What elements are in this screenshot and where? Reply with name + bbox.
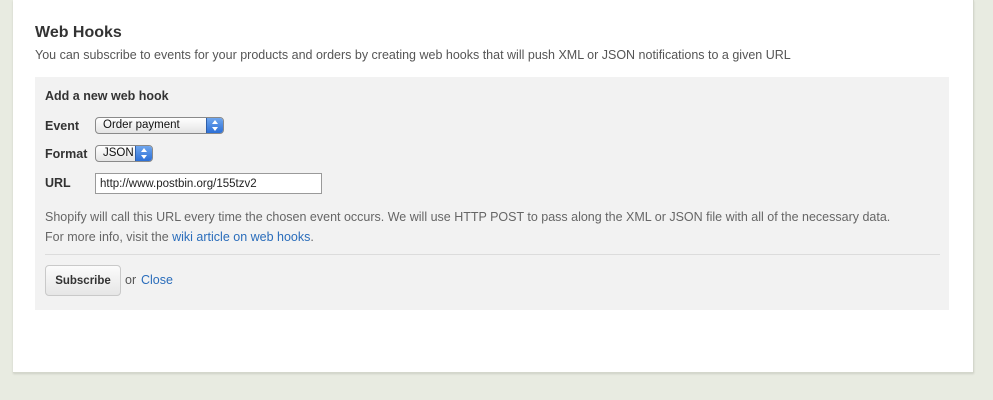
url-label: URL [45, 176, 71, 190]
close-link[interactable]: Close [141, 273, 173, 287]
help-text: Shopify will call this URL every time th… [45, 207, 890, 247]
divider [45, 254, 940, 255]
url-input[interactable] [95, 173, 322, 194]
section-description: You can subscribe to events for your pro… [35, 48, 791, 62]
or-text: or [125, 273, 137, 287]
format-select-value: JSON [103, 147, 134, 159]
select-arrows-icon [135, 146, 152, 161]
webhooks-card: Web Hooks You can subscribe to events fo… [13, 0, 974, 373]
wiki-article-link[interactable]: wiki article on web hooks [172, 230, 310, 244]
event-label: Event [45, 119, 80, 133]
help-line-2-prefix: For more info, visit the [45, 230, 173, 244]
page-title: Web Hooks [35, 24, 122, 41]
help-line-1: Shopify will call this URL every time th… [45, 210, 891, 224]
event-select-value: Order payment [103, 119, 180, 131]
subscribe-button[interactable]: Subscribe [45, 265, 121, 296]
select-arrows-icon [206, 118, 223, 133]
panel-heading: Add a new web hook [45, 89, 169, 103]
add-webhook-panel: Add a new web hook Event Order payment F… [35, 77, 949, 310]
event-select[interactable]: Order payment [95, 117, 224, 134]
format-select[interactable]: JSON [95, 145, 153, 162]
help-line-2-suffix: . [310, 230, 314, 244]
help-line-2: For more info, visit the wiki article on… [45, 227, 890, 247]
format-label: Format [45, 147, 88, 161]
